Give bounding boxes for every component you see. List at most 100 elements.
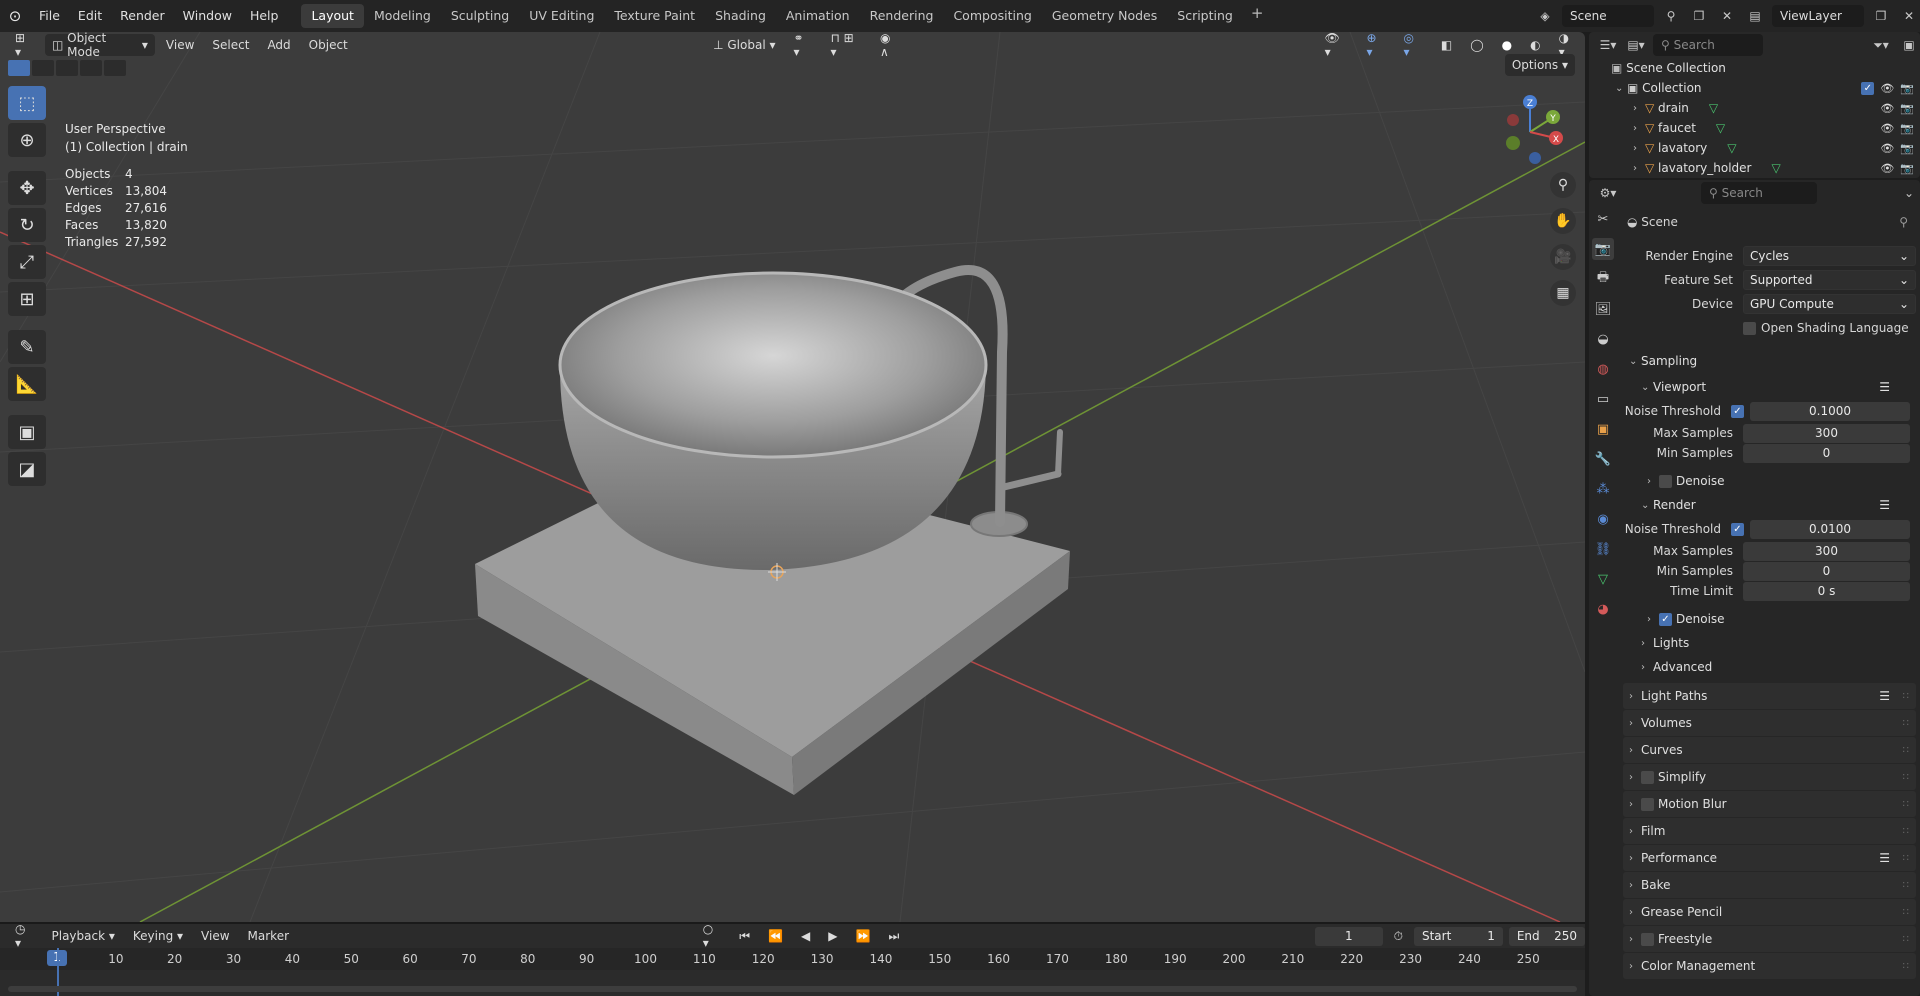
stopwatch-icon[interactable]: ⏱ <box>1387 925 1410 947</box>
pivot-point-icon[interactable]: ⚭ ▾ <box>787 32 820 59</box>
drag-handle-icon[interactable]: ∷ <box>1903 934 1910 945</box>
new-collection-icon[interactable]: ▣ <box>1898 34 1920 56</box>
menu-view[interactable]: View <box>159 34 201 56</box>
select-intersect-icon[interactable] <box>104 60 126 76</box>
tab-texture-paint[interactable]: Texture Paint <box>604 4 705 28</box>
eye-icon[interactable]: 👁 <box>1880 122 1894 135</box>
cursor-tool-icon[interactable]: ⊕ <box>8 123 46 157</box>
list-menu-icon[interactable]: ☰ <box>1879 380 1890 394</box>
vp-noise-threshold-field[interactable]: 0.1000 <box>1750 401 1910 421</box>
drag-handle-icon[interactable]: ∷ <box>1903 691 1910 702</box>
gizmo-toggle-icon[interactable]: ⊕ ▾ <box>1360 32 1393 59</box>
camera-icon[interactable]: 📷 <box>1900 162 1914 175</box>
transform-orientation-dropdown[interactable]: ⊥ Global ▾ <box>706 34 782 56</box>
physics-tab-icon[interactable]: ◉ <box>1592 508 1614 530</box>
frame-ruler[interactable]: 1 10203040506070809010011012013014015016… <box>0 948 1585 970</box>
timeline-view-menu[interactable]: View <box>194 925 236 947</box>
menu-window[interactable]: Window <box>174 0 241 32</box>
outliner-item-drain[interactable]: › ▽ drain ▽ 👁 📷 <box>1589 98 1920 118</box>
list-menu-icon[interactable]: ☰ <box>1879 851 1890 865</box>
light-paths-section[interactable]: › Light Paths ☰ ∷ <box>1623 683 1916 709</box>
camera-view-icon[interactable]: 🎥 <box>1550 244 1576 270</box>
3d-viewport[interactable]: ⊞ ▾ ◫ Object Mode ▾ View Select Add Obje… <box>0 32 1585 922</box>
eye-icon[interactable]: 👁 <box>1880 142 1894 155</box>
keying-menu[interactable]: Keying ▾ <box>126 925 190 947</box>
menu-add[interactable]: Add <box>260 34 297 56</box>
end-frame-field[interactable]: End 250 <box>1508 926 1585 946</box>
tab-geometry-nodes[interactable]: Geometry Nodes <box>1042 4 1167 28</box>
copy-scene-icon[interactable]: ❐ <box>1688 5 1710 27</box>
pan-hand-icon[interactable]: ✋ <box>1550 208 1576 234</box>
timeline-scrollbar[interactable] <box>8 986 1577 992</box>
copy-layer-icon[interactable]: ❐ <box>1870 5 1892 27</box>
list-menu-icon[interactable]: ☰ <box>1879 498 1890 512</box>
drag-handle-icon[interactable]: ∷ <box>1903 880 1910 891</box>
r-time-limit-field[interactable]: 0 s <box>1743 581 1910 601</box>
r-denoise-checkbox[interactable]: ✓ <box>1659 612 1672 626</box>
tab-sculpting[interactable]: Sculpting <box>441 4 519 28</box>
color-management-section[interactable]: › Color Management ∷ <box>1623 953 1916 979</box>
performance-section[interactable]: › Performance ☰ ∷ <box>1623 845 1916 871</box>
next-keyframe-icon[interactable]: ⏩ <box>849 925 878 947</box>
jump-end-icon[interactable]: ⏭ <box>881 925 906 947</box>
tab-uv-editing[interactable]: UV Editing <box>519 4 604 28</box>
constraints-tab-icon[interactable]: ⛓ <box>1592 538 1614 560</box>
menu-object[interactable]: Object <box>302 34 355 56</box>
play-icon[interactable]: ▶ <box>821 925 844 947</box>
display-mode-icon[interactable]: ▤▾ <box>1625 34 1647 56</box>
object-tab-icon[interactable]: ▣ <box>1592 418 1614 440</box>
outliner-item-lavatory[interactable]: › ▽ lavatory ▽ 👁 📷 <box>1589 138 1920 158</box>
expand-arrow-icon[interactable]: › <box>1633 123 1645 134</box>
marker-menu[interactable]: Marker <box>241 925 296 947</box>
menu-edit[interactable]: Edit <box>69 0 111 32</box>
tab-shading[interactable]: Shading <box>705 4 776 28</box>
camera-icon[interactable]: 📷 <box>1900 122 1914 135</box>
drag-handle-icon[interactable]: ∷ <box>1903 853 1910 864</box>
menu-help[interactable]: Help <box>241 0 288 32</box>
feature-set-dropdown[interactable]: Supported ⌄ <box>1743 270 1916 290</box>
motion-blur-section[interactable]: › Motion Blur ∷ <box>1623 791 1916 817</box>
tab-scripting[interactable]: Scripting <box>1167 4 1243 28</box>
navigation-gizmo[interactable]: Z Y X <box>1495 90 1565 170</box>
expand-arrow-icon[interactable]: › <box>1633 103 1645 114</box>
move-tool-icon[interactable]: ✥ <box>8 171 46 205</box>
r-noise-threshold-field[interactable]: 0.0100 <box>1750 519 1910 539</box>
drag-handle-icon[interactable]: ∷ <box>1903 961 1910 972</box>
properties-options-icon[interactable]: ⌄ <box>1898 182 1920 204</box>
filter-icon[interactable]: ⏷▾ <box>1870 34 1892 56</box>
vp-denoise-header[interactable]: › Denoise <box>1623 469 1916 493</box>
modifier-tab-icon[interactable]: 🔧 <box>1592 448 1614 470</box>
mode-dropdown[interactable]: ◫ Object Mode ▾ <box>44 32 155 59</box>
vp-max-samples-field[interactable]: 300 <box>1743 423 1910 443</box>
scene-collection-row[interactable]: ▣ Scene Collection <box>1589 58 1920 78</box>
blender-logo-icon[interactable]: ⊙ <box>0 0 30 32</box>
scene-icon[interactable]: ◈ <box>1534 5 1556 27</box>
view-layer-tab-icon[interactable]: 🖼 <box>1592 298 1614 320</box>
playback-menu[interactable]: Playback ▾ <box>45 925 122 947</box>
shading-wireframe-icon[interactable]: ◯ <box>1463 34 1490 56</box>
timeline-track-area[interactable] <box>0 948 1585 996</box>
material-tab-icon[interactable]: ◕ <box>1592 598 1614 620</box>
eye-icon[interactable]: 👁 <box>1880 82 1894 95</box>
outliner-item-lavatory-holder[interactable]: › ▽ lavatory_holder ▽ 👁 📷 <box>1589 158 1920 178</box>
data-tab-icon[interactable]: ▽ <box>1592 568 1614 590</box>
measure-tool-icon[interactable]: 📐 <box>8 367 46 401</box>
transform-tool-icon[interactable]: ⊞ <box>8 282 46 316</box>
delete-layer-icon[interactable]: ✕ <box>1898 5 1920 27</box>
shading-solid-icon[interactable]: ● <box>1495 34 1519 56</box>
render-subsection-header[interactable]: ⌄ Render ☰ <box>1623 493 1916 517</box>
menu-select[interactable]: Select <box>205 34 256 56</box>
current-frame-field[interactable]: 1 <box>1315 926 1383 946</box>
noise-threshold-checkbox[interactable]: ✓ <box>1731 404 1744 418</box>
bake-section[interactable]: › Bake ∷ <box>1623 872 1916 898</box>
prev-keyframe-icon[interactable]: ⏪ <box>761 925 790 947</box>
outliner-item-faucet[interactable]: › ▽ faucet ▽ 👁 📷 <box>1589 118 1920 138</box>
tab-rendering[interactable]: Rendering <box>860 4 944 28</box>
tool-tab-icon[interactable]: ✂ <box>1592 208 1614 230</box>
output-tab-icon[interactable]: 🖶 <box>1592 268 1614 290</box>
drag-handle-icon[interactable]: ∷ <box>1903 826 1910 837</box>
shading-material-icon[interactable]: ◐ <box>1523 34 1547 56</box>
film-section[interactable]: › Film ∷ <box>1623 818 1916 844</box>
gizmo-neg-z-icon[interactable] <box>1529 152 1541 164</box>
pin-context-icon[interactable]: ⚲ <box>1899 215 1908 229</box>
